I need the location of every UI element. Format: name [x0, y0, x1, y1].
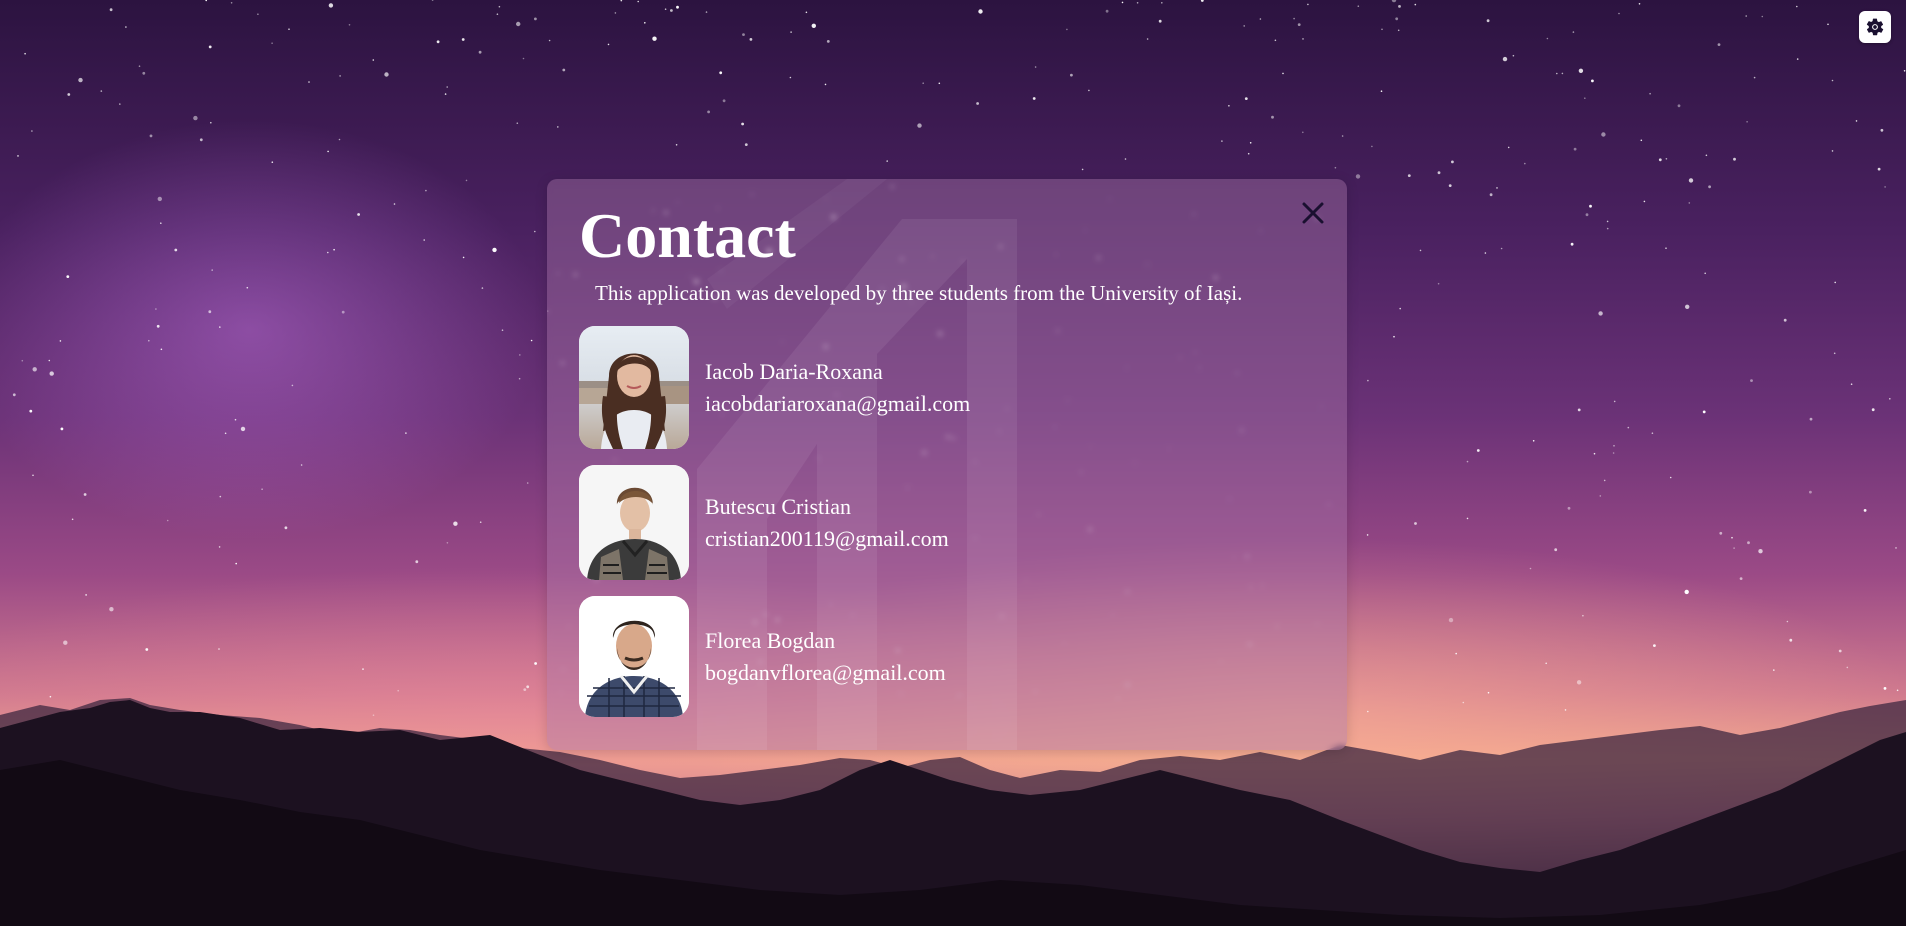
avatar-photo — [579, 465, 689, 580]
contact-info: Butescu Cristian cristian200119@gmail.co… — [705, 491, 949, 555]
close-button[interactable] — [1297, 197, 1329, 229]
contact-info: Iacob Daria-Roxana iacobdariaroxana@gmai… — [705, 356, 970, 420]
contact-name: Florea Bogdan — [705, 627, 836, 653]
gear-icon — [1866, 18, 1884, 36]
modal-title: Contact — [579, 200, 796, 271]
settings-button[interactable] — [1859, 11, 1891, 43]
contact-modal: Contact This application was developed b… — [547, 179, 1347, 750]
contact-card: Iacob Daria-Roxana iacobdariaroxana@gmai… — [579, 326, 970, 449]
contact-name: Iacob Daria-Roxana — [705, 358, 883, 384]
contact-card: Butescu Cristian cristian200119@gmail.co… — [579, 465, 949, 580]
contact-name: Butescu Cristian — [705, 493, 852, 519]
avatar-photo — [579, 326, 689, 449]
modal-subtitle: This application was developed by three … — [595, 281, 1243, 305]
contact-email[interactable]: bogdanvflorea@gmail.com — [705, 657, 946, 689]
contact-email[interactable]: iacobdariaroxana@gmail.com — [705, 388, 970, 420]
avatar-illustration — [579, 465, 689, 580]
avatar-illustration — [579, 596, 689, 717]
contact-info: Florea Bogdan bogdanvflorea@gmail.com — [705, 625, 946, 689]
contact-email[interactable]: cristian200119@gmail.com — [705, 523, 949, 555]
avatar-photo — [579, 596, 689, 717]
avatar-illustration — [579, 326, 689, 449]
close-icon — [1302, 202, 1324, 224]
contact-card: Florea Bogdan bogdanvflorea@gmail.com — [579, 596, 946, 717]
